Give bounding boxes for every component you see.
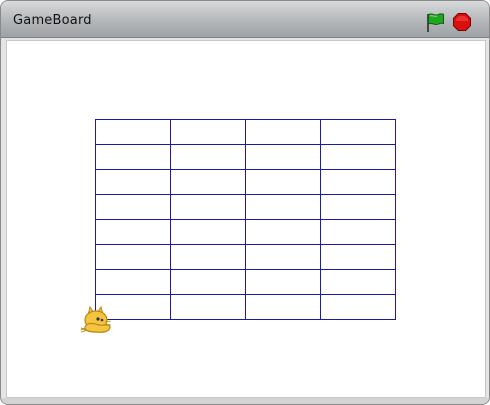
grid-cell <box>170 169 246 195</box>
grid-cell <box>170 219 246 245</box>
grid-cell <box>320 244 396 270</box>
grid-cell <box>170 144 246 170</box>
grid-cell <box>320 294 396 320</box>
grid-cell <box>95 244 171 270</box>
grid-cell <box>245 269 321 295</box>
grid-cell <box>245 219 321 245</box>
grid-row <box>95 294 396 320</box>
grid-cell <box>245 169 321 195</box>
cat-sprite-icon[interactable] <box>79 305 115 335</box>
grid-cell <box>245 244 321 270</box>
grid-cell <box>320 194 396 220</box>
grid-cell <box>320 219 396 245</box>
grid-cell <box>95 194 171 220</box>
grid-cell <box>170 294 246 320</box>
green-flag-icon[interactable] <box>424 11 446 33</box>
grid-row <box>95 269 396 295</box>
grid-cell <box>245 294 321 320</box>
app-window: GameBoard <box>0 0 490 405</box>
grid-cell <box>95 119 171 145</box>
grid-cell <box>320 144 396 170</box>
grid-cell <box>320 269 396 295</box>
window-title: GameBoard <box>13 13 92 28</box>
grid-cell <box>95 219 171 245</box>
titlebar: GameBoard <box>1 1 489 38</box>
grid-cell <box>95 169 171 195</box>
grid-row <box>95 144 396 170</box>
grid-cell <box>170 269 246 295</box>
grid-cell <box>320 169 396 195</box>
grid-cell <box>170 119 246 145</box>
grid-cell <box>95 144 171 170</box>
stage[interactable] <box>6 40 486 398</box>
grid-row <box>95 169 396 195</box>
grid-cell <box>245 119 321 145</box>
grid-row <box>95 219 396 245</box>
window-bottom-edge <box>1 398 489 404</box>
stop-sign-icon[interactable] <box>453 13 471 31</box>
grid-cell <box>245 144 321 170</box>
grid-row <box>95 119 396 145</box>
grid-cell <box>170 194 246 220</box>
grid-cell <box>170 244 246 270</box>
grid-row <box>95 244 396 270</box>
grid-cell <box>95 269 171 295</box>
grid-cell <box>320 119 396 145</box>
grid-cell <box>245 194 321 220</box>
game-board-grid <box>95 119 396 320</box>
grid-row <box>95 194 396 220</box>
